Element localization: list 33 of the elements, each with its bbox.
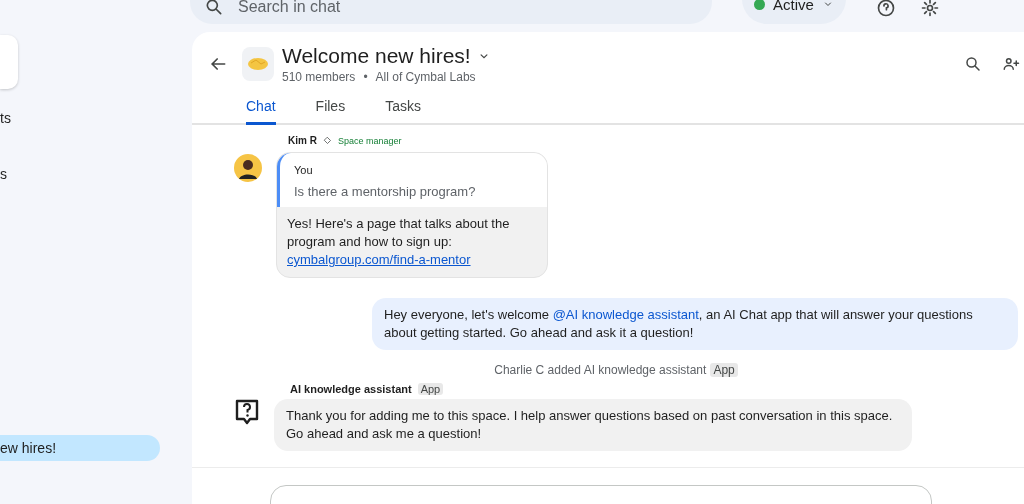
sidebar-item[interactable]: ew hires! xyxy=(0,435,160,461)
quote-author: You xyxy=(294,163,314,178)
sidebar-item[interactable]: ts xyxy=(0,105,192,131)
message-text: Thank you for adding me to this space. I help answer questions based on past conversation in this space. Go ahead and ask me a question! xyxy=(274,399,912,451)
question-bubble-icon xyxy=(234,399,260,427)
separator-dot: • xyxy=(363,70,368,84)
message-text: Hey everyone, let's welcome @AI knowledge assistant, an AI Chat app that will answer your questions about getting started. Go ahead and ask it a question! xyxy=(372,298,1018,350)
help-icon xyxy=(876,0,896,18)
app-badge: App xyxy=(710,363,738,377)
sidebar-card[interactable] xyxy=(0,35,18,89)
person-add-icon xyxy=(1002,55,1020,73)
sender-name: Kim R xyxy=(288,135,317,146)
app-badge: App xyxy=(417,383,444,395)
event-text: Charlie C added AI knowledge assistant xyxy=(494,363,707,377)
tab[interactable]: Tasks xyxy=(385,98,421,125)
message-link[interactable]: cymbalgroup.com/find-a-mentor xyxy=(287,252,471,267)
role-label: Space manager xyxy=(337,135,402,146)
tab[interactable]: Files xyxy=(315,98,346,125)
message-text: Yes! Here's a page that talks about the program and how to sign up: cymbalgroup.com/find-a-mentor xyxy=(286,215,511,269)
mention-link[interactable]: @AI knowledge assistant xyxy=(552,307,699,322)
diamond-icon xyxy=(322,136,332,145)
tab[interactable]: Chat xyxy=(246,98,276,125)
search-icon xyxy=(204,0,224,17)
member-count: 510 members xyxy=(282,70,356,84)
search-input[interactable]: Search in chat xyxy=(236,0,698,17)
avatar-icon xyxy=(234,154,262,182)
sender-name: AI knowledge assistant xyxy=(290,383,412,395)
space-title[interactable]: Welcome new hires! xyxy=(282,44,471,68)
search-icon xyxy=(964,55,982,73)
quote-text: Is there a mentorship program? xyxy=(294,183,477,201)
search-field[interactable]: Search in chat xyxy=(190,0,712,24)
sidebar-item[interactable]: s xyxy=(0,161,192,187)
space-audience: All of Cymbal Labs xyxy=(375,70,476,84)
